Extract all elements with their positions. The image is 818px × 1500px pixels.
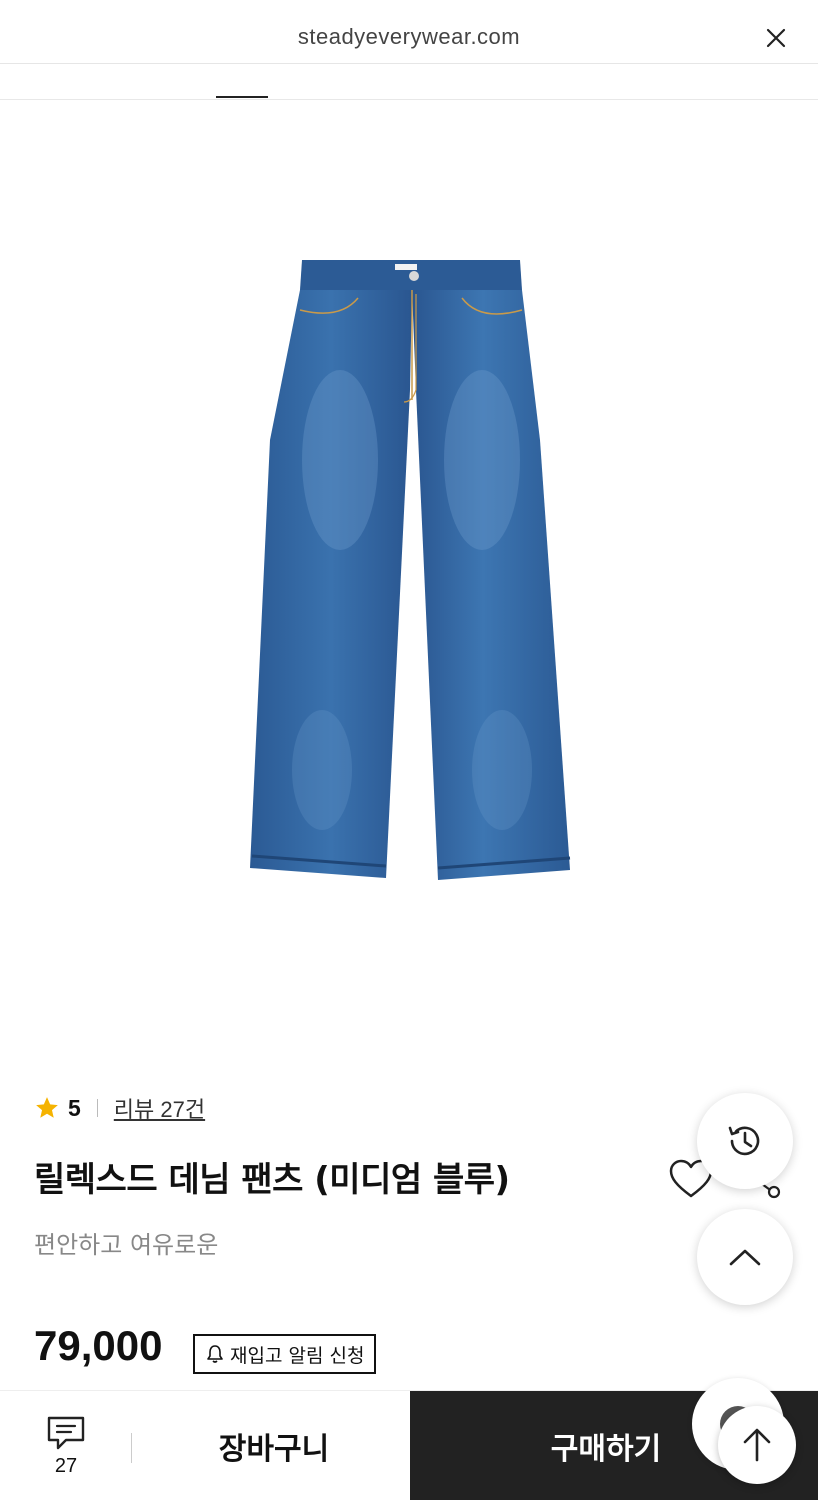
- product-price: 79,000: [34, 1322, 163, 1369]
- scroll-to-top-button[interactable]: [718, 1406, 796, 1484]
- chat-bubble-icon: [47, 1416, 85, 1450]
- bell-icon: [207, 1345, 223, 1363]
- browser-header: steadyeverywear.com: [0, 0, 818, 64]
- history-icon: [728, 1126, 760, 1156]
- tab-strip: [0, 64, 818, 100]
- rating-value: 5: [68, 1094, 81, 1121]
- restock-alert-button[interactable]: 재입고 알림 신청: [193, 1334, 377, 1374]
- collapse-button[interactable]: [697, 1209, 793, 1305]
- active-tab-indicator: [216, 96, 268, 98]
- star-icon: [36, 1097, 58, 1118]
- product-image: [250, 260, 571, 880]
- arrow-up-icon: [743, 1428, 771, 1462]
- product-subtitle: 편안하고 여유로운: [34, 1231, 219, 1259]
- divider: [131, 1433, 132, 1463]
- add-to-cart-button[interactable]: 장바구니: [140, 1391, 408, 1500]
- close-icon[interactable]: [764, 26, 788, 50]
- review-count: 27: [54, 1455, 78, 1477]
- restock-alert-label: 재입고 알림 신청: [230, 1344, 365, 1367]
- page-url: steadyeverywear.com: [297, 24, 521, 49]
- buy-now-label: 구매하기: [550, 1432, 662, 1467]
- chevron-up-icon: [729, 1249, 761, 1266]
- recent-history-button[interactable]: [697, 1093, 793, 1189]
- review-button[interactable]: 27: [38, 1415, 94, 1479]
- review-count-link[interactable]: 리뷰 27건: [114, 1092, 205, 1124]
- product-title: 릴렉스드 데님 팬츠 (미디엄 블루): [34, 1160, 510, 1200]
- divider: [96, 1099, 98, 1117]
- rating-row: 5 리뷰 27건: [34, 1092, 205, 1124]
